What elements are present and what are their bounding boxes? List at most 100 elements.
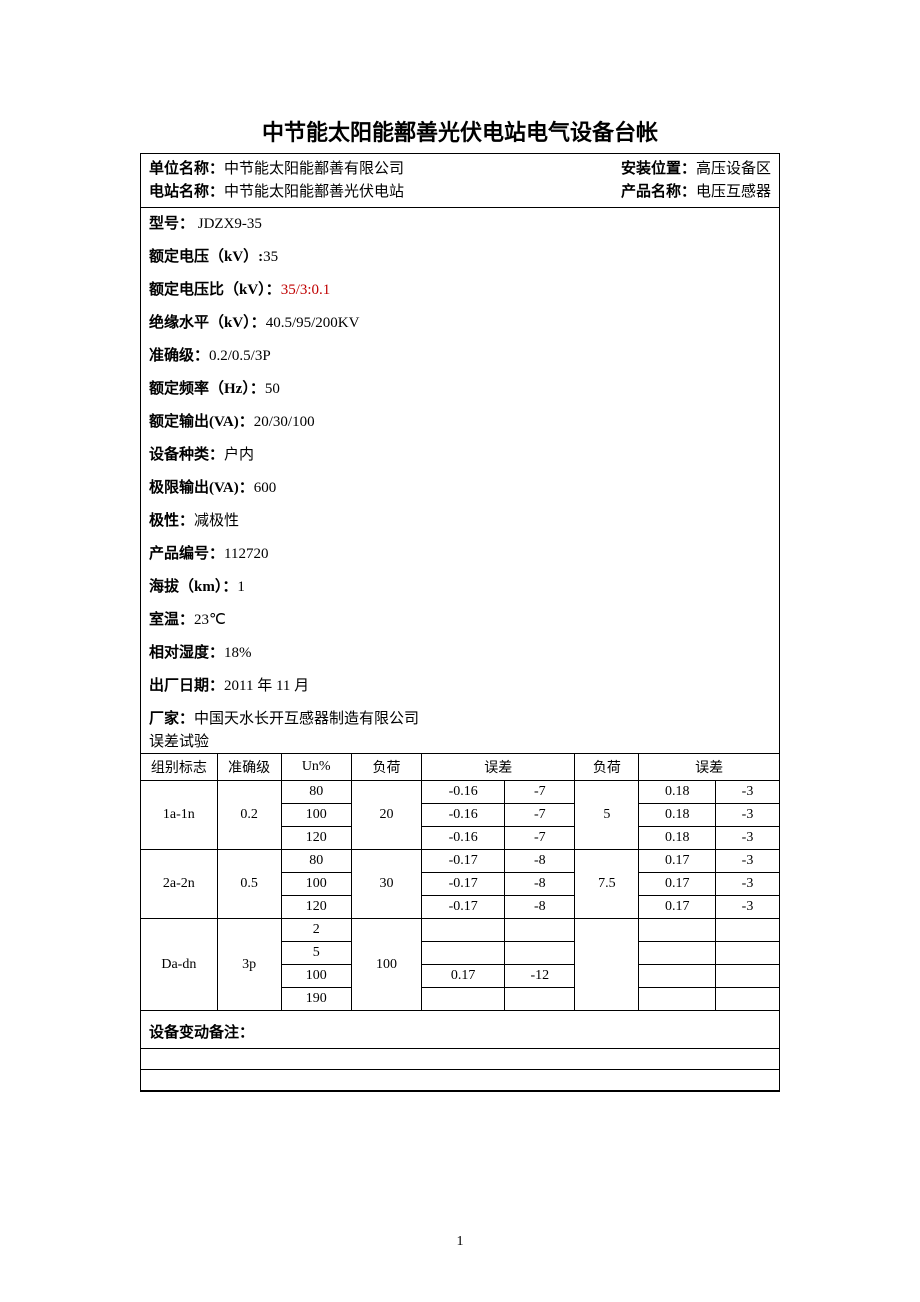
cell-err1a: 0.17	[422, 965, 505, 988]
cell-err2a	[639, 988, 716, 1011]
cell-err2a	[639, 942, 716, 965]
cell-err2a: 0.18	[639, 781, 716, 804]
spec-product-no: 产品编号：112720	[141, 538, 779, 571]
product-name: 产品名称：电压互感器	[621, 181, 771, 204]
spec-insulation: 绝缘水平（kV）：40.5/95/200KV	[141, 307, 779, 340]
table-row: 1a-1n0.28020-0.16-750.18-3	[141, 781, 780, 804]
change-note-label: 设备变动备注：	[141, 1011, 779, 1048]
col-err1: 误差	[422, 754, 575, 781]
page-number: 1	[0, 1234, 920, 1250]
cell-err1b: -12	[505, 965, 575, 988]
cell-err1a: -0.17	[422, 873, 505, 896]
cell-err2b: -3	[716, 827, 780, 850]
blank-row	[141, 1049, 780, 1070]
spec-rated-ratio: 额定电压比（kV）：35/3:0.1	[141, 274, 779, 307]
cell-un: 5	[281, 942, 351, 965]
cell-err2a	[639, 919, 716, 942]
cell-err2a: 0.17	[639, 850, 716, 873]
install-location: 安装位置：高压设备区	[621, 158, 771, 181]
spec-rated-voltage: 额定电压（kV）:35	[141, 241, 779, 274]
col-err2: 误差	[639, 754, 780, 781]
cell-err2b	[716, 965, 780, 988]
cell-err1b: -8	[505, 896, 575, 919]
cell-err2b	[716, 942, 780, 965]
cell-group: Da-dn	[141, 919, 218, 1011]
cell-group: 2a-2n	[141, 850, 218, 919]
cell-un: 80	[281, 850, 351, 873]
cell-err1a: -0.16	[422, 781, 505, 804]
cell-un: 100	[281, 804, 351, 827]
change-note-rows	[140, 1048, 780, 1091]
cell-err2a: 0.17	[639, 896, 716, 919]
header-block: 单位名称：中节能太阳能鄯善有限公司 安装位置：高压设备区 电站名称：中节能太阳能…	[141, 154, 779, 208]
cell-err1b: -8	[505, 850, 575, 873]
cell-err1a: -0.17	[422, 850, 505, 873]
spec-factory-date: 出厂日期：2011 年 11 月	[141, 670, 779, 703]
spec-rated-output: 额定输出(VA)：20/30/100	[141, 406, 779, 439]
cell-err1b	[505, 988, 575, 1011]
cell-err2b: -3	[716, 781, 780, 804]
cell-group: 1a-1n	[141, 781, 218, 850]
spec-equip-type: 设备种类：户内	[141, 439, 779, 472]
cell-err1a	[422, 988, 505, 1011]
table-header-row: 组别标志 准确级 Un% 负荷 误差 负荷 误差	[141, 754, 780, 781]
error-test-table: 组别标志 准确级 Un% 负荷 误差 负荷 误差 1a-1n0.28020-0.…	[140, 753, 780, 1011]
cell-load2: 7.5	[575, 850, 639, 919]
cell-un: 100	[281, 873, 351, 896]
cell-un: 190	[281, 988, 351, 1011]
cell-err2b: -3	[716, 896, 780, 919]
cell-err1b: -8	[505, 873, 575, 896]
station-name: 电站名称：中节能太阳能鄯善光伏电站	[149, 181, 404, 204]
cell-err1b	[505, 919, 575, 942]
table-row: Da-dn3p2100	[141, 919, 780, 942]
col-load2: 负荷	[575, 754, 639, 781]
cell-err1b	[505, 942, 575, 965]
cell-un: 120	[281, 896, 351, 919]
spec-room-temp: 室温：23℃	[141, 604, 779, 637]
cell-err1b: -7	[505, 804, 575, 827]
spec-accuracy: 准确级：0.2/0.5/3P	[141, 340, 779, 373]
spec-altitude: 海拔（km）：1	[141, 571, 779, 604]
cell-load2	[575, 919, 639, 1011]
cell-err1a: -0.16	[422, 804, 505, 827]
ledger-box: 单位名称：中节能太阳能鄯善有限公司 安装位置：高压设备区 电站名称：中节能太阳能…	[140, 153, 780, 1092]
cell-load1: 100	[351, 919, 421, 1011]
cell-err1a: -0.16	[422, 827, 505, 850]
cell-un: 100	[281, 965, 351, 988]
cell-un: 120	[281, 827, 351, 850]
cell-accuracy: 3p	[217, 919, 281, 1011]
cell-un: 80	[281, 781, 351, 804]
cell-err2b: -3	[716, 804, 780, 827]
col-group: 组别标志	[141, 754, 218, 781]
col-accuracy: 准确级	[217, 754, 281, 781]
cell-un: 2	[281, 919, 351, 942]
col-load1: 负荷	[351, 754, 421, 781]
unit-name: 单位名称：中节能太阳能鄯善有限公司	[149, 158, 404, 181]
blank-row	[141, 1070, 780, 1091]
table-row: 2a-2n0.58030-0.17-87.50.17-3	[141, 850, 780, 873]
cell-err1a	[422, 942, 505, 965]
cell-err1b: -7	[505, 827, 575, 850]
cell-accuracy: 0.2	[217, 781, 281, 850]
cell-err2a: 0.17	[639, 873, 716, 896]
cell-err2b	[716, 988, 780, 1011]
cell-err2b	[716, 919, 780, 942]
cell-err2b: -3	[716, 873, 780, 896]
cell-err1b: -7	[505, 781, 575, 804]
cell-load1: 20	[351, 781, 421, 850]
cell-err2b: -3	[716, 850, 780, 873]
spec-model: 型号： JDZX9-35	[141, 208, 779, 241]
error-test-title: 误差试验	[141, 730, 779, 753]
cell-load1: 30	[351, 850, 421, 919]
cell-accuracy: 0.5	[217, 850, 281, 919]
cell-load2: 5	[575, 781, 639, 850]
spec-manufacturer: 厂家：中国天水长开互感器制造有限公司	[141, 703, 779, 730]
cell-err2a: 0.18	[639, 804, 716, 827]
spec-polarity: 极性：减极性	[141, 505, 779, 538]
col-un: Un%	[281, 754, 351, 781]
cell-err2a: 0.18	[639, 827, 716, 850]
cell-err1a: -0.17	[422, 896, 505, 919]
spec-max-output: 极限输出(VA)：600	[141, 472, 779, 505]
spec-frequency: 额定频率（Hz）：50	[141, 373, 779, 406]
page-title: 中节能太阳能鄯善光伏电站电气设备台帐	[140, 115, 780, 147]
